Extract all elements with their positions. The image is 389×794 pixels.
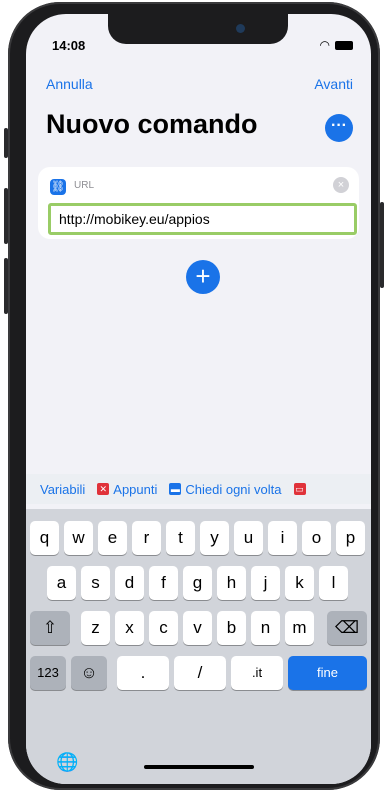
it-domain-key[interactable]: .it <box>231 656 283 690</box>
key-a[interactable]: a <box>47 566 76 600</box>
key-o[interactable]: o <box>302 521 331 555</box>
key-s[interactable]: s <box>81 566 110 600</box>
plus-icon: + <box>195 261 211 291</box>
key-f[interactable]: f <box>149 566 178 600</box>
more-variable-chip[interactable]: ▭ <box>288 483 316 495</box>
url-label: URL <box>74 180 95 191</box>
variables-button[interactable]: Variabili <box>26 482 91 497</box>
key-x[interactable]: x <box>115 611 144 645</box>
home-indicator[interactable] <box>144 765 254 769</box>
variables-label: Variabili <box>40 481 86 497</box>
cancel-button[interactable]: Annulla <box>46 76 93 92</box>
status-time: 14:08 <box>52 38 86 53</box>
delete-key[interactable]: ⌫ <box>327 611 367 645</box>
key-p[interactable]: p <box>336 521 365 555</box>
calendar-icon: ▭ <box>293 483 306 495</box>
key-c[interactable]: c <box>149 611 178 645</box>
key-n[interactable]: n <box>251 611 280 645</box>
battery-icon <box>335 40 353 50</box>
key-y[interactable]: y <box>200 521 229 555</box>
more-options-button[interactable]: ··· <box>325 114 353 142</box>
key-i[interactable]: i <box>268 521 297 555</box>
key-l[interactable]: l <box>319 566 348 600</box>
volume-down-button <box>4 258 8 314</box>
key-u[interactable]: u <box>234 521 263 555</box>
screen: 14:08 ◠ Annulla Avanti Nuovo comando ···… <box>26 14 371 784</box>
key-m[interactable]: m <box>285 611 314 645</box>
dot-key[interactable]: . <box>117 656 169 690</box>
mute-switch <box>4 128 8 158</box>
key-t[interactable]: t <box>166 521 195 555</box>
key-q[interactable]: q <box>30 521 59 555</box>
volume-up-button <box>4 188 8 244</box>
ellipsis-icon: ··· <box>331 117 347 134</box>
clipboard-icon: ✕ <box>97 483 110 495</box>
emoji-key[interactable]: ☺ <box>71 656 107 690</box>
camera-icon <box>236 24 245 33</box>
slash-key[interactable]: / <box>174 656 226 690</box>
done-key[interactable]: fine <box>288 656 367 690</box>
clear-icon[interactable]: × <box>333 177 349 193</box>
key-w[interactable]: w <box>64 521 93 555</box>
shift-icon: ⇧ <box>42 618 58 637</box>
url-action-card[interactable]: ⛓ URL × http://mobikey.eu/appios <box>38 167 359 239</box>
ask-each-time-label: Chiedi ogni volta <box>185 481 282 497</box>
speech-bubble-icon: ▬ <box>169 483 182 495</box>
keyboard: q w e r t y u i o p a s d f g h j k l ⇧ … <box>26 509 371 784</box>
next-button[interactable]: Avanti <box>314 76 353 92</box>
wifi-icon: ◠ <box>319 38 330 52</box>
shift-key[interactable]: ⇧ <box>30 611 70 645</box>
add-action-button[interactable]: + <box>186 260 220 294</box>
variables-bar: Variabili ✕ Appunti ▬ Chiedi ogni volta … <box>26 474 371 504</box>
power-button <box>380 202 384 288</box>
backspace-icon: ⌫ <box>334 618 360 637</box>
page-title: Nuovo comando <box>46 109 258 139</box>
clipboard-variable-chip[interactable]: ✕ Appunti <box>91 482 163 497</box>
key-v[interactable]: v <box>183 611 212 645</box>
key-d[interactable]: d <box>115 566 144 600</box>
ask-each-time-chip[interactable]: ▬ Chiedi ogni volta <box>163 482 287 497</box>
key-r[interactable]: r <box>132 521 161 555</box>
key-b[interactable]: b <box>217 611 246 645</box>
key-h[interactable]: h <box>217 566 246 600</box>
key-z[interactable]: z <box>81 611 110 645</box>
key-g[interactable]: g <box>183 566 212 600</box>
notch <box>108 14 288 44</box>
key-k[interactable]: k <box>285 566 314 600</box>
key-e[interactable]: e <box>98 521 127 555</box>
emoji-icon: ☺ <box>80 663 98 682</box>
link-icon: ⛓ <box>50 179 66 195</box>
numbers-key[interactable]: 123 <box>30 656 66 690</box>
key-j[interactable]: j <box>251 566 280 600</box>
globe-icon[interactable]: 🌐 <box>56 752 78 773</box>
status-indicators: ◠ <box>320 38 353 52</box>
url-input[interactable]: http://mobikey.eu/appios <box>48 203 357 235</box>
clipboard-label: Appunti <box>113 481 158 497</box>
